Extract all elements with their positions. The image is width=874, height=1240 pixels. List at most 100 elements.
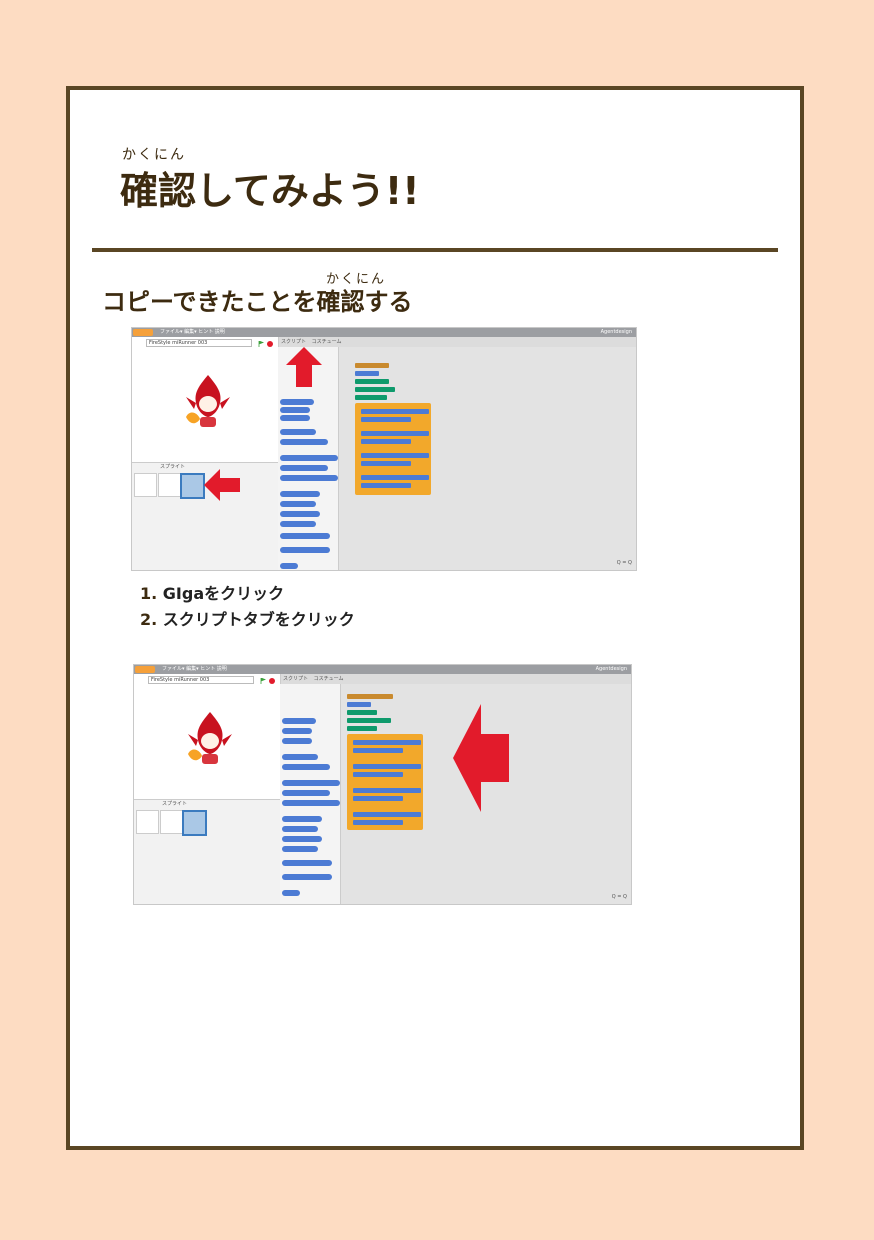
script-block[interactable] <box>361 431 429 436</box>
script-block[interactable] <box>347 718 391 723</box>
palette-block[interactable] <box>280 465 328 471</box>
steps-list: 1. GIgaをクリック 2. スクリプトタブをクリック <box>140 581 355 633</box>
scratch-screenshot-2: ファイル▾ 編集▾ ヒント 説明 Agentdesign FireStyle m… <box>133 664 632 905</box>
page-title: 確認してみよう!! <box>120 169 420 213</box>
palette-block[interactable] <box>282 764 330 770</box>
tab-costumes[interactable]: コスチューム <box>312 339 342 345</box>
script-block[interactable] <box>361 475 429 480</box>
script-block[interactable] <box>361 453 429 458</box>
palette-block[interactable] <box>282 846 318 852</box>
script-block[interactable] <box>353 788 421 793</box>
script-block[interactable] <box>355 371 379 376</box>
left-arrow-icon <box>453 704 509 812</box>
palette-block[interactable] <box>280 475 338 481</box>
script-block[interactable] <box>355 379 389 384</box>
stage-thumbnail[interactable] <box>136 810 159 834</box>
script-block[interactable] <box>353 740 421 745</box>
sprite-label: スプライト <box>160 464 186 470</box>
step-2: 2. スクリプトタブをクリック <box>140 607 355 633</box>
giga-character-icon <box>186 375 230 427</box>
zoom-controls[interactable]: Q = Q <box>612 894 627 900</box>
top-band <box>0 0 874 92</box>
stop-icon <box>269 678 275 684</box>
palette-block[interactable] <box>282 790 330 796</box>
sprite-header: スプライト <box>134 800 280 808</box>
script-block[interactable] <box>361 439 411 444</box>
script-block[interactable] <box>361 461 411 466</box>
palette-block[interactable] <box>280 563 298 569</box>
palette-block[interactable] <box>282 860 332 866</box>
script-block[interactable] <box>347 726 377 731</box>
user-name: Agentdesign <box>600 329 632 335</box>
green-flag-icon <box>258 341 264 347</box>
sprite-thumb-cat[interactable] <box>160 810 183 834</box>
script-block[interactable] <box>353 764 421 769</box>
hat-block[interactable] <box>347 694 393 699</box>
palette-block[interactable] <box>282 890 300 896</box>
scratch-logo <box>135 666 155 673</box>
palette-block[interactable] <box>280 455 338 461</box>
menu-text: ファイル▾ 編集▾ ヒント 説明 <box>162 666 227 672</box>
palette-block[interactable] <box>282 826 318 832</box>
script-block[interactable] <box>355 395 387 400</box>
section-title: コピーできたことを確認する <box>102 288 413 316</box>
script-block[interactable] <box>361 409 429 414</box>
tab-costumes[interactable]: コスチューム <box>314 676 344 682</box>
hat-block[interactable] <box>355 363 389 368</box>
palette-block[interactable] <box>282 800 340 806</box>
script-block[interactable] <box>355 387 395 392</box>
script-block[interactable] <box>361 483 411 488</box>
palette-block[interactable] <box>282 728 312 734</box>
palette-block[interactable] <box>280 521 316 527</box>
palette-block[interactable] <box>282 718 316 724</box>
palette-block[interactable] <box>280 491 320 497</box>
block-palette <box>278 347 339 570</box>
scratch-screenshot-1: ファイル▾ 編集▾ ヒント 説明 Agentdesign FireStyle m… <box>131 327 637 571</box>
script-block[interactable] <box>347 702 371 707</box>
palette-block[interactable] <box>280 511 320 517</box>
sprite-thumb-cat[interactable] <box>158 473 181 497</box>
divider <box>92 248 778 252</box>
up-arrow-icon <box>286 347 322 387</box>
palette-block[interactable] <box>280 501 316 507</box>
step-1: 1. GIgaをクリック <box>140 581 355 607</box>
script-area: Q = Q <box>339 347 636 570</box>
scratch-menubar: ファイル▾ 編集▾ ヒント 説明 Agentdesign <box>134 665 631 674</box>
step-text: GIgaをクリック <box>162 584 285 603</box>
script-block[interactable] <box>353 796 403 801</box>
tab-scripts[interactable]: スクリプト <box>281 339 306 345</box>
palette-block[interactable] <box>280 439 328 445</box>
zoom-controls[interactable]: Q = Q <box>617 560 632 566</box>
palette-block[interactable] <box>282 754 318 760</box>
palette-block[interactable] <box>282 738 312 744</box>
step-text: スクリプトタブをクリック <box>162 610 355 629</box>
script-block[interactable] <box>361 417 411 422</box>
script-block[interactable] <box>353 820 403 825</box>
sprite-thumb-giga[interactable] <box>180 473 205 499</box>
palette-block[interactable] <box>280 407 310 413</box>
user-name: Agentdesign <box>595 666 627 672</box>
palette-block[interactable] <box>282 836 322 842</box>
step-number: 1. <box>140 584 158 603</box>
palette-block[interactable] <box>282 874 332 880</box>
tab-scripts[interactable]: スクリプト <box>283 676 308 682</box>
palette-block[interactable] <box>280 429 316 435</box>
palette-block[interactable] <box>280 415 310 421</box>
script-block[interactable] <box>353 748 403 753</box>
sprite-panel: スプライト <box>132 462 278 570</box>
project-title: FireStyle miRunner 003 <box>146 339 252 347</box>
sprite-thumb-giga[interactable] <box>182 810 207 836</box>
stage: FireStyle miRunner 003 <box>134 674 281 799</box>
palette-block[interactable] <box>280 547 330 553</box>
script-block[interactable] <box>353 772 403 777</box>
scratch-menubar: ファイル▾ 編集▾ ヒント 説明 Agentdesign <box>132 328 636 337</box>
menu-text: ファイル▾ 編集▾ ヒント 説明 <box>160 329 225 335</box>
palette-block[interactable] <box>282 816 322 822</box>
palette-block[interactable] <box>282 780 340 786</box>
palette-block[interactable] <box>280 399 314 405</box>
script-block[interactable] <box>347 710 377 715</box>
script-block[interactable] <box>353 812 421 817</box>
stage-thumbnail[interactable] <box>134 473 157 497</box>
palette-block[interactable] <box>280 533 330 539</box>
project-title: FireStyle miRunner 003 <box>148 676 254 684</box>
